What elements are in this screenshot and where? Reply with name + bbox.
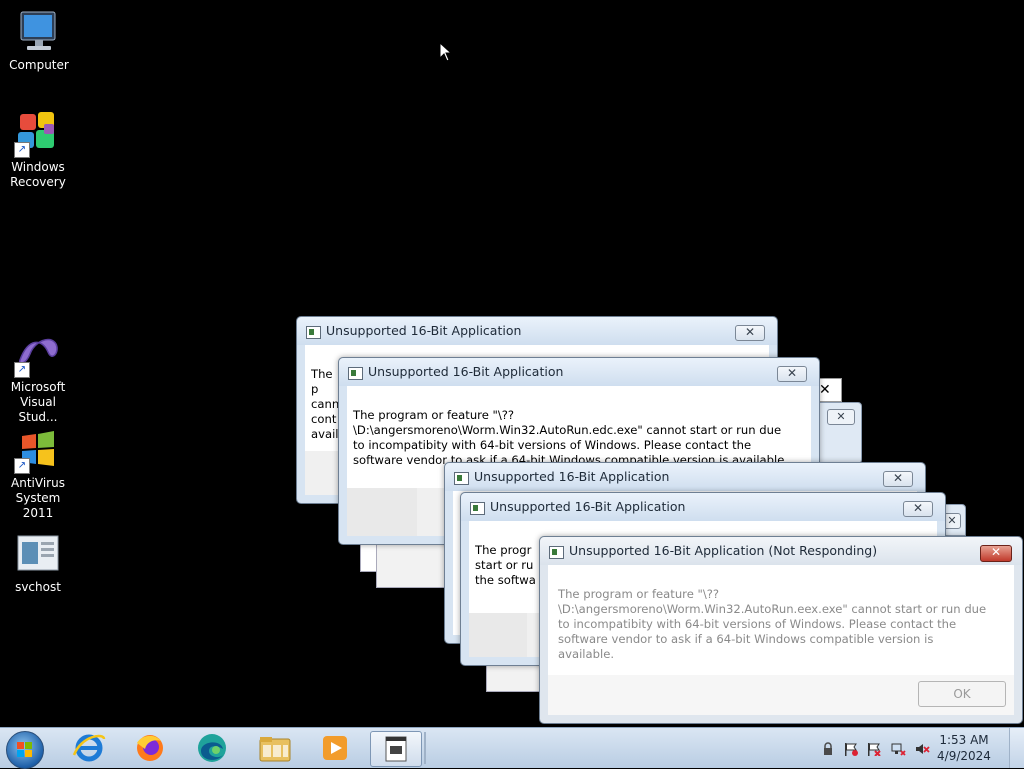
close-button[interactable]: ✕ <box>980 545 1012 562</box>
desktop-icon-computer[interactable]: Computer <box>1 8 77 73</box>
taskbar-media-player[interactable] <box>310 731 360 765</box>
dialog-button-fragment <box>347 488 417 536</box>
file-explorer-icon <box>259 737 291 762</box>
network-icon[interactable] <box>890 742 906 756</box>
visual-studio-icon: ↗ <box>14 330 62 378</box>
internet-explorer-icon <box>72 734 106 762</box>
action-center-flag-icon[interactable] <box>843 742 859 756</box>
taskbar-active-app[interactable] <box>370 731 422 767</box>
taskbar-file-explorer[interactable] <box>250 731 300 765</box>
app-window-icon <box>470 502 485 515</box>
dialog-titlebar[interactable]: Unsupported 16-Bit Application ✕ <box>297 317 777 345</box>
desktop-icon-label: Windows Recovery <box>10 160 66 189</box>
desktop-icon-windows-recovery[interactable]: ↗ Windows Recovery <box>0 110 76 190</box>
close-button[interactable]: ✕ <box>903 501 933 517</box>
close-icon[interactable]: ✕ <box>819 382 831 398</box>
close-button[interactable]: ✕ <box>827 409 855 425</box>
security-icon[interactable] <box>820 742 836 756</box>
app-window-icon <box>306 326 321 339</box>
taskbar-edge[interactable] <box>187 731 237 765</box>
clock[interactable]: 1:53 AM 4/9/2024 <box>934 732 994 764</box>
puzzle-icon: ↗ <box>14 110 62 158</box>
close-button[interactable]: ✕ <box>777 366 807 382</box>
clock-time: 1:53 AM <box>939 733 989 747</box>
desktop-icon-antivirus[interactable]: ↗ AntiVirus System 2011 <box>0 426 76 521</box>
dialog-message: The p cann cont avail <box>311 367 340 441</box>
desktop-icon-label: AntiVirus System 2011 <box>11 476 65 520</box>
app-window-icon <box>454 472 469 485</box>
app-window-icon <box>549 546 564 559</box>
desktop-icon-label: svchost <box>15 580 61 594</box>
dialog-titlebar[interactable]: Unsupported 16-Bit Application ✕ <box>339 358 819 386</box>
dialog-button-area: OK <box>548 675 1014 715</box>
dialog-titlebar[interactable]: Unsupported 16-Bit Application (Not Resp… <box>540 537 1022 565</box>
computer-icon <box>15 8 63 56</box>
stacked-window-fragment <box>376 544 448 588</box>
dialog-title: Unsupported 16-Bit Application <box>326 323 522 338</box>
shortcut-arrow-icon: ↗ <box>14 142 30 158</box>
taskbar-firefox[interactable] <box>125 731 175 765</box>
firefox-icon <box>137 735 163 761</box>
ok-button[interactable]: OK <box>918 681 1006 707</box>
close-button[interactable]: ✕ <box>735 325 765 341</box>
desktop-icon-svchost[interactable]: svchost <box>0 530 76 595</box>
dialog-titlebar[interactable]: Unsupported 16-Bit Application ✕ <box>461 493 945 521</box>
stacked-window-fragment: ✕ <box>816 402 862 464</box>
windows-logo-icon <box>17 742 33 758</box>
clock-date: 4/9/2024 <box>937 749 991 763</box>
volume-muted-icon[interactable] <box>914 742 930 756</box>
shortcut-arrow-icon: ↗ <box>14 458 30 474</box>
desktop-icon-label: Microsoft Visual Stud... <box>10 380 66 424</box>
media-player-icon <box>323 736 347 760</box>
dialog-titlebar[interactable]: Unsupported 16-Bit Application ✕ <box>445 463 925 491</box>
edge-icon <box>198 734 226 762</box>
taskbar-internet-explorer[interactable] <box>64 731 114 765</box>
action-center-flag-error-icon[interactable] <box>866 742 882 756</box>
desktop-icon-label: Computer <box>9 58 69 72</box>
dialog-message: The progr start or ru the softwa <box>475 543 536 587</box>
dialog-title: Unsupported 16-Bit Application <box>490 499 686 514</box>
close-button[interactable]: ✕ <box>883 471 913 487</box>
app-window-icon <box>348 367 363 380</box>
taskbar-separator <box>424 732 426 764</box>
start-button[interactable] <box>6 731 44 769</box>
taskbar: 1:53 AM 4/9/2024 <box>0 727 1024 769</box>
desktop-icon-visual-studio[interactable]: ↗ Microsoft Visual Stud... <box>0 330 76 425</box>
dialog-title: Unsupported 16-Bit Application (Not Resp… <box>569 543 878 558</box>
mouse-cursor-icon <box>439 42 453 62</box>
dialog-message: The program or feature "\??\D:\angersmor… <box>558 587 987 661</box>
document-icon <box>14 530 62 578</box>
show-desktop-button[interactable] <box>1009 728 1024 768</box>
dialog-body: The program or feature "\??\D:\angersmor… <box>548 565 1014 715</box>
dialog-button-fragment <box>469 613 527 657</box>
dialog-title: Unsupported 16-Bit Application <box>474 469 670 484</box>
windows-flag-icon: ↗ <box>14 426 62 474</box>
dialog-message: The program or feature "\??\D:\angersmor… <box>353 408 789 467</box>
error-dialog-not-responding[interactable]: Unsupported 16-Bit Application (Not Resp… <box>539 536 1023 724</box>
dialog-title: Unsupported 16-Bit Application <box>368 364 564 379</box>
shortcut-arrow-icon: ↗ <box>14 362 30 378</box>
app-icon <box>385 736 407 762</box>
